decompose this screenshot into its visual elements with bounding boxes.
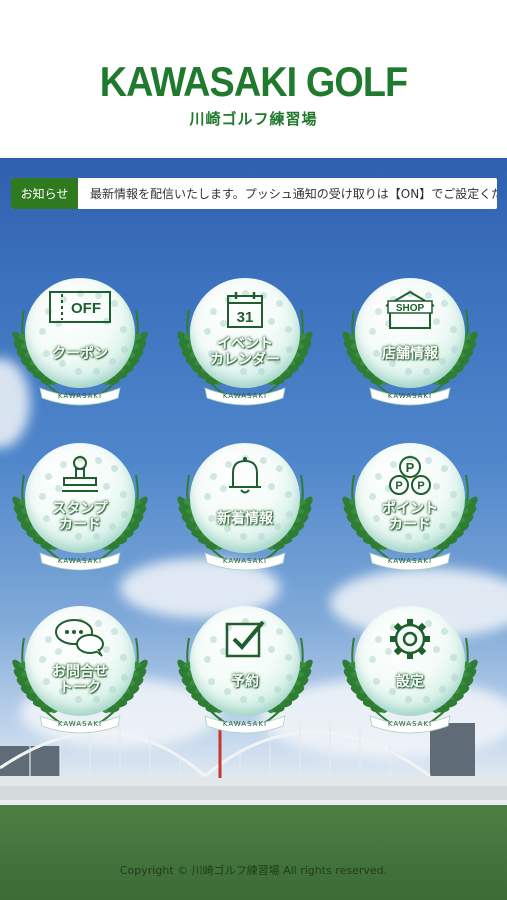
menu-button-1[interactable]: OFF クーポン KAWASAKI	[0, 270, 160, 420]
svg-text:P: P	[395, 480, 402, 492]
menu-label: 予約	[231, 674, 259, 690]
ribbon-label: KAWASAKI	[57, 720, 103, 728]
menu-button-7[interactable]: お問合せ トーク KAWASAKI	[0, 598, 160, 748]
svg-text:SHOP: SHOP	[396, 303, 425, 314]
shop-icon: SHOP	[382, 290, 438, 334]
svg-text:31: 31	[237, 309, 254, 326]
notice-text: 最新情報を配信いたします。プッシュ通知の受け取りは【ON】でご設定ください。	[90, 187, 497, 201]
chat-icon	[54, 618, 106, 662]
menu-button-9[interactable]: 設定 KAWASAKI	[330, 598, 490, 748]
menu-button-2[interactable]: 31 イベント カレンダー KAWASAKI	[165, 270, 325, 420]
menu-label: お問合せ トーク	[52, 664, 108, 696]
ribbon-label: KAWASAKI	[222, 720, 268, 728]
points-icon: PPP	[387, 455, 433, 501]
menu-button-3[interactable]: SHOP 店舗情報 KAWASAKI	[330, 270, 490, 420]
menu-button-4[interactable]: スタンプ カード KAWASAKI	[0, 435, 160, 585]
notice-tag: お知らせ	[11, 178, 78, 209]
ribbon-label: KAWASAKI	[222, 557, 268, 565]
svg-text:OFF: OFF	[71, 300, 101, 317]
bell-icon	[225, 455, 265, 501]
app-header: KAWASAKI GOLF 川崎ゴルフ練習場	[0, 0, 507, 158]
coupon-off-icon: OFF	[48, 290, 112, 328]
svg-text:P: P	[417, 480, 424, 492]
menu-label: イベント カレンダー	[210, 336, 280, 368]
copyright: Copyright © 川崎ゴルフ練習場 All rights reserved…	[119, 864, 388, 877]
stamp-icon	[58, 455, 102, 499]
notice-bar[interactable]: お知らせ 最新情報を配信いたします。プッシュ通知の受け取りは【ON】でご設定くだ…	[11, 178, 497, 209]
menu-button-5[interactable]: 新着情報 KAWASAKI	[165, 435, 325, 585]
logo-title: KAWASAKI GOLF	[99, 58, 408, 105]
menu-label: 店舗情報	[382, 346, 438, 362]
menu-label: スタンプ カード	[52, 501, 108, 533]
ribbon-label: KAWASAKI	[222, 392, 268, 400]
menu-button-8[interactable]: 予約 KAWASAKI	[165, 598, 325, 748]
gear-icon	[389, 618, 431, 664]
calendar-icon: 31	[225, 290, 265, 334]
logo-subtitle: 川崎ゴルフ練習場	[189, 110, 318, 128]
menu-label: 設定	[396, 674, 424, 690]
menu-button-6[interactable]: P P P ポイント カード KAWASAKI	[330, 435, 490, 585]
menu-label: クーポン	[52, 346, 108, 362]
menu-label: ポイント カード	[382, 501, 438, 533]
ribbon-label: KAWASAKI	[57, 557, 103, 565]
menu-label: 新着情報	[217, 511, 273, 527]
ribbon-label: KAWASAKI	[57, 392, 103, 400]
ribbon-label: KAWASAKI	[387, 720, 433, 728]
ribbon-label: KAWASAKI	[387, 392, 433, 400]
checkbox-icon	[223, 618, 267, 664]
ribbon-label: KAWASAKI	[387, 557, 433, 565]
svg-text:P: P	[406, 460, 415, 475]
